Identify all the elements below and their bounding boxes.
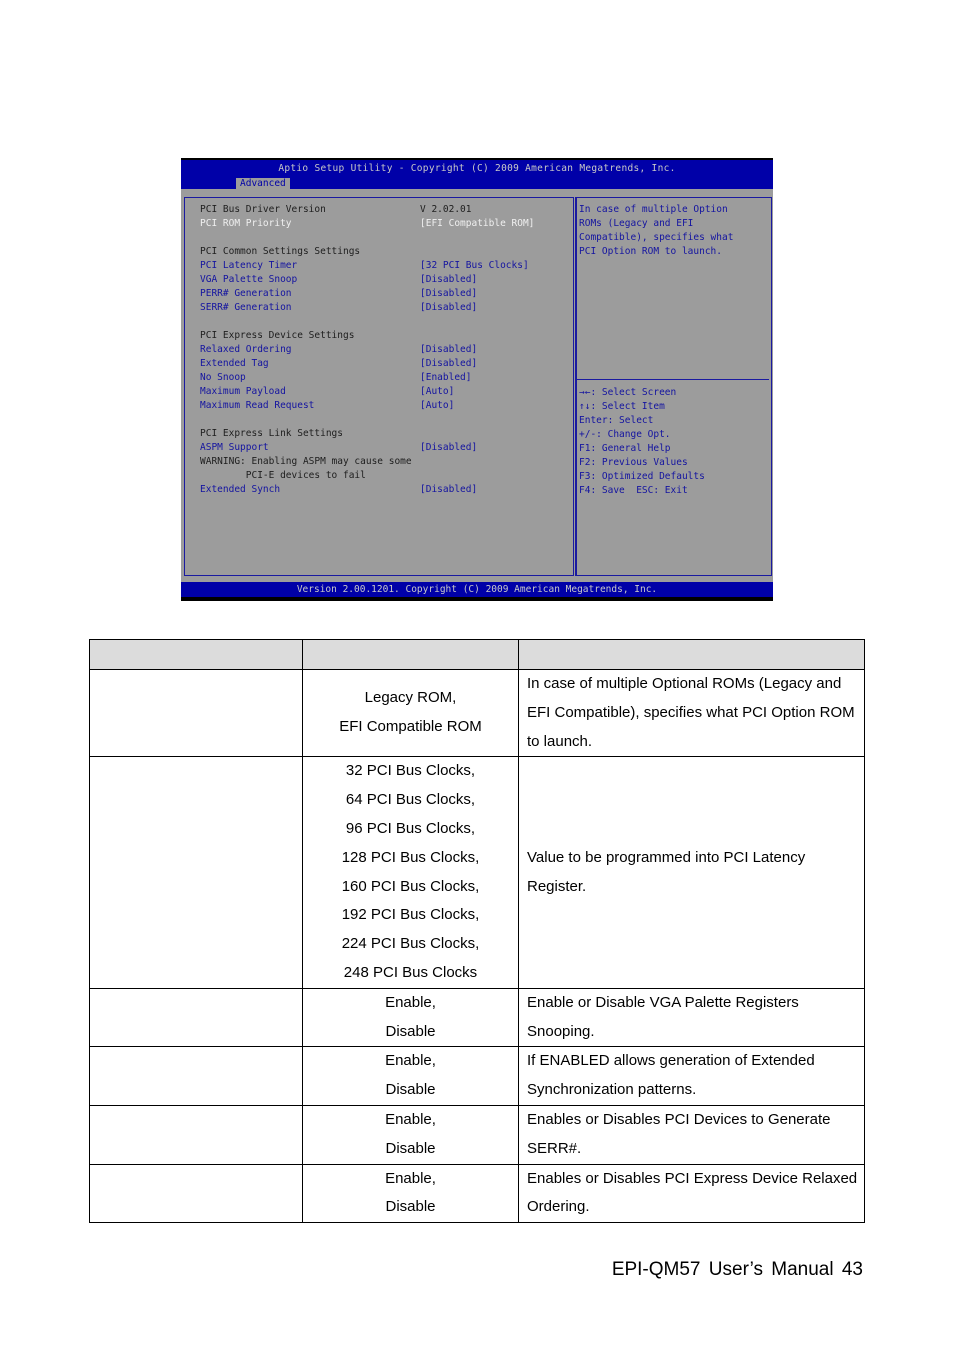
setting-label: PCI-E devices to fail xyxy=(200,470,366,481)
setting-value[interactable]: [Enabled] xyxy=(420,371,471,385)
option-value: 32 PCI Bus Clocks, xyxy=(345,762,476,780)
setting-label: Extended Synch xyxy=(200,484,281,495)
table-header-row xyxy=(89,639,865,670)
setting-label: WARNING: Enabling ASPM may cause some xyxy=(200,456,412,467)
setting-label: Maximum Read Request xyxy=(200,400,315,411)
setting-value[interactable]: [Disabled] xyxy=(420,343,477,357)
options-table: Legacy ROM, EFI Compatible ROM In case of … xyxy=(89,639,865,1224)
description-cell: If ENABLED allows generation of Extended… xyxy=(518,1046,865,1106)
setting-label: PCI Express Link Settings xyxy=(200,428,343,439)
setting-value[interactable]: [Auto] xyxy=(420,385,454,399)
option-value: 248 PCI Bus Clocks xyxy=(343,963,478,981)
option-value: Disable xyxy=(385,1022,436,1040)
setting-value[interactable]: [Disabled] xyxy=(420,357,477,371)
option-value: 64 PCI Bus Clocks, xyxy=(345,791,476,809)
description-cell: Value to be programmed into PCI Latency … xyxy=(518,756,865,989)
setting-label: No Snoop xyxy=(200,372,246,383)
setting-label: Extended Tag xyxy=(200,358,269,369)
bios-version-bar: Version 2.00.1201. Copyright (C) 2009 Am… xyxy=(181,582,773,597)
options-cell: Enable, Disable xyxy=(302,1104,519,1165)
setting-value[interactable]: [32 PCI Bus Clocks] xyxy=(420,259,529,273)
header-cell xyxy=(518,639,865,670)
options-cell: 32 PCI Bus Clocks, 64 PCI Bus Clocks, 96 P… xyxy=(302,756,519,989)
option-value: Disable xyxy=(385,1081,436,1099)
option-value: Legacy ROM, xyxy=(364,689,457,707)
setting-label: VGA Palette Snoop xyxy=(200,274,298,285)
option-value: EFI Compatible ROM xyxy=(339,718,482,736)
setting-value[interactable]: [Disabled] xyxy=(420,273,477,287)
setting-label: ASPM Support xyxy=(200,442,269,453)
option-value: Disable xyxy=(385,1139,436,1157)
description-cell: Enable or Disable VGA Palette Registers … xyxy=(518,987,865,1048)
item-cell xyxy=(89,1104,303,1165)
options-cell: Legacy ROM, EFI Compatible ROM xyxy=(302,668,519,758)
key-help-line: ↑↓: Select Item xyxy=(579,401,665,412)
option-value: 160 PCI Bus Clocks, xyxy=(341,877,480,895)
bios-body: PCI Bus Driver Version V 2.02.01 PCI ROM P… xyxy=(181,189,773,582)
setting-label: PCI ROM Priority xyxy=(200,218,292,229)
setting-value[interactable]: [Disabled] xyxy=(420,301,477,315)
option-value: 192 PCI Bus Clocks, xyxy=(341,906,480,924)
setting-value[interactable]: [Disabled] xyxy=(420,287,477,301)
item-cell xyxy=(89,756,303,989)
option-value: 96 PCI Bus Clocks, xyxy=(345,819,476,837)
setting-value: V 2.02.01 xyxy=(420,204,472,215)
help-text-line: In case of multiple Option xyxy=(579,204,728,215)
option-value: Disable xyxy=(385,1198,436,1216)
table-row: Legacy ROM, EFI Compatible ROM In case of … xyxy=(89,668,865,758)
item-cell xyxy=(89,1046,303,1106)
page-footer: EPI-QM57 User’s Manual 43 xyxy=(611,1259,863,1280)
option-value: 128 PCI Bus Clocks, xyxy=(341,848,480,866)
item-cell xyxy=(89,987,303,1048)
option-value: Enable, xyxy=(385,1110,436,1128)
option-value: 224 PCI Bus Clocks, xyxy=(341,935,480,953)
key-help-line: →←: Select Screen xyxy=(579,387,677,398)
bios-title-bar: Aptio Setup Utility - Copyright (C) 2009… xyxy=(181,160,773,190)
setting-value[interactable]: [Disabled] xyxy=(420,483,477,497)
table-row: Enable, Disable If ENABLED allows generati… xyxy=(89,1046,865,1106)
help-text-line: PCI Option ROM to launch. xyxy=(579,246,722,257)
key-help-line: F2: Previous Values xyxy=(579,457,688,468)
item-cell xyxy=(89,668,303,758)
table-row: Enable, Disable Enables or Disables PCI Ex… xyxy=(89,1163,865,1224)
setting-value[interactable]: [Disabled] xyxy=(420,441,477,455)
options-cell: Enable, Disable xyxy=(302,1046,519,1106)
help-divider xyxy=(577,379,769,380)
option-value: Enable, xyxy=(385,993,436,1011)
header-cell xyxy=(89,639,303,670)
description-cell: Enables or Disables PCI Express Device R… xyxy=(518,1163,865,1224)
bios-title: Aptio Setup Utility - Copyright (C) 2009… xyxy=(278,163,676,174)
options-cell: Enable, Disable xyxy=(302,1163,519,1224)
setting-label: PCI Express Device Settings xyxy=(200,330,355,341)
description-cell: Enables or Disables PCI Devices to Gener… xyxy=(518,1104,865,1165)
item-cell xyxy=(89,1163,303,1224)
setting-label: PCI Latency Timer xyxy=(200,260,298,271)
key-help-line: Enter: Select xyxy=(579,415,654,426)
options-cell: Enable, Disable xyxy=(302,987,519,1048)
help-text-line: ROMs (Legacy and EFI xyxy=(579,218,694,229)
table-row: Enable, Disable Enable or Disable VGA Pale… xyxy=(89,987,865,1048)
setting-value[interactable]: [Auto] xyxy=(420,399,454,413)
table-row: 32 PCI Bus Clocks, 64 PCI Bus Clocks, 96 P… xyxy=(89,756,865,989)
setting-label: SERR# Generation xyxy=(200,302,292,313)
key-help-line: F3: Optimized Defaults xyxy=(579,471,705,482)
setting-label: PERR# Generation xyxy=(200,288,292,299)
option-value: Enable, xyxy=(385,1052,436,1070)
setting-label: PCI Common Settings Settings xyxy=(200,246,361,257)
help-panel: In case of multiple Option ROMs (Legacy a… xyxy=(575,197,772,576)
setting-label: Maximum Payload xyxy=(200,386,286,397)
key-help-line: F4: Save ESC: Exit xyxy=(579,485,688,496)
setting-label: PCI Bus Driver Version xyxy=(200,204,326,215)
key-help-line: +/-: Change Opt. xyxy=(579,429,671,440)
setting-label: Relaxed Ordering xyxy=(200,344,292,355)
help-text-line: Compatible), specifies what xyxy=(579,232,734,243)
option-value: Enable, xyxy=(385,1169,436,1187)
settings-panel: PCI Bus Driver Version V 2.02.01 PCI ROM P… xyxy=(184,197,574,576)
bios-screenshot: Aptio Setup Utility - Copyright (C) 2009… xyxy=(181,158,773,601)
description-cell: In case of multiple Optional ROMs (Legac… xyxy=(518,668,865,758)
table-row: Enable, Disable Enables or Disables PCI De… xyxy=(89,1104,865,1165)
header-cell xyxy=(302,639,519,670)
key-help-line: F1: General Help xyxy=(579,443,671,454)
setting-value[interactable]: [EFI Compatible ROM] xyxy=(420,217,534,231)
